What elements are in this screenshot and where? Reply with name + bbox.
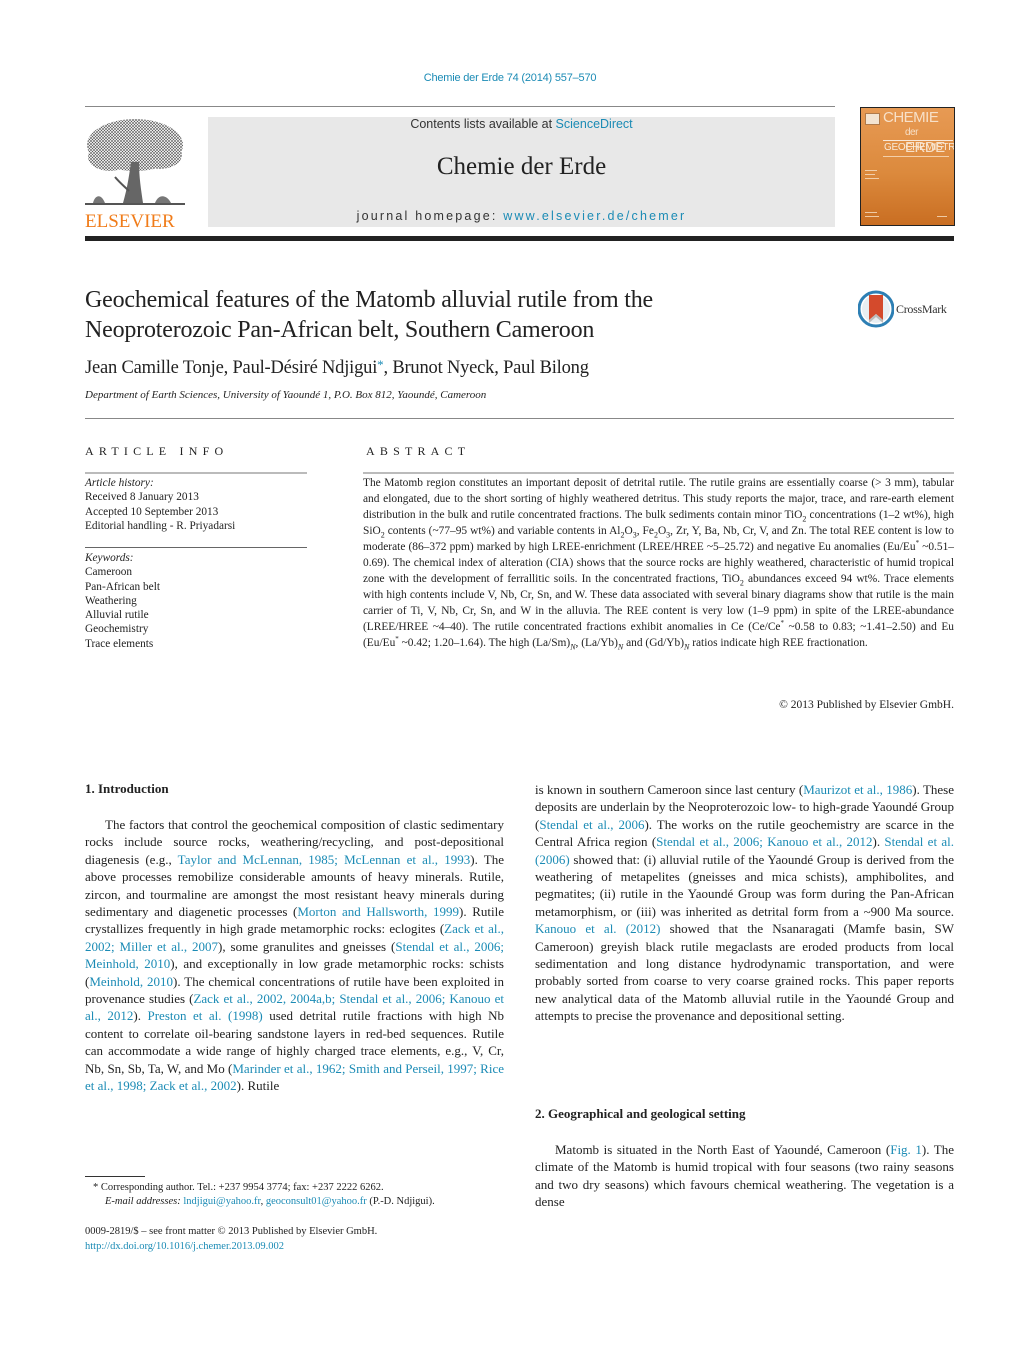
body-text: showed that: (i) alluvial rutile of the … <box>535 851 954 919</box>
keywords-list: Keywords: Cameroon Pan-African belt Weat… <box>85 551 307 651</box>
paragraph: The factors that control the geochemical… <box>85 816 504 1095</box>
article-info-rule <box>85 472 307 474</box>
citation-link[interactable]: Taylor and McLennan, 1985; McLennan et a… <box>178 852 471 867</box>
front-matter: 0009-2819/$ – see front matter © 2013 Pu… <box>85 1225 515 1254</box>
history-item: Editorial handling - R. Priyadarsi <box>85 519 236 532</box>
cover-rule <box>883 140 953 141</box>
section-heading-geographical-setting: 2. Geographical and geological setting <box>535 1106 746 1121</box>
body-text: ). <box>133 1008 148 1024</box>
keywords-rule <box>85 547 307 548</box>
cover-fine-text <box>937 216 947 217</box>
section-divider <box>85 418 954 419</box>
paragraph: Matomb is situated in the North East of … <box>535 1141 954 1211</box>
email-line: E-mail addresses: lndjigui@yahoo.fr, geo… <box>85 1195 515 1209</box>
authors-rest: , Brunot Nyeck, Paul Bilong <box>383 358 589 378</box>
contents-prefix: Contents lists available at <box>410 117 556 131</box>
footnote: * Corresponding author. Tel.: +237 9954 … <box>85 1181 515 1209</box>
history-item: Accepted 10 September 2013 <box>85 505 219 518</box>
contents-available-line: Contents lists available at ScienceDirec… <box>208 117 835 131</box>
cover-fine-text <box>865 178 879 179</box>
body-text: is known in southern Cameroon since last… <box>535 782 804 797</box>
keywords-label: Keywords: <box>85 552 134 564</box>
paragraph: is known in southern Cameroon since last… <box>535 781 954 1025</box>
elsevier-logo[interactable]: ELSEVIER <box>85 117 185 232</box>
keyword: Trace elements <box>85 637 154 650</box>
cover-fine-text <box>865 216 879 217</box>
keyword: Pan-African belt <box>85 580 160 593</box>
elsevier-wordmark: ELSEVIER <box>85 211 175 232</box>
cover-fine-text <box>865 174 875 175</box>
article-info-heading: ARTICLE INFO <box>85 444 229 458</box>
cover-subtitle: GEOCHEMISTRY <box>884 142 955 153</box>
journal-homepage-line: journal homepage: www.elsevier.de/chemer <box>208 209 835 223</box>
crossmark-icon <box>857 290 895 328</box>
citation-link[interactable]: Fig. 1 <box>890 1142 922 1157</box>
keyword: Weathering <box>85 594 137 607</box>
cover-mini-logo-icon <box>865 113 880 125</box>
history-item: Received 8 January 2013 <box>85 491 199 504</box>
article-title-line: Geochemical features of the Matomb alluv… <box>85 287 653 313</box>
author-list: Jean Camille Tonje, Paul-Désiré Ndjigui*… <box>85 357 589 379</box>
cover-fine-text <box>883 156 949 157</box>
email-owner: (P.-D. Ndjigui). <box>366 1196 435 1207</box>
abstract-heading: ABSTRACT <box>366 444 471 458</box>
homepage-prefix: journal homepage: <box>356 209 504 223</box>
journal-homepage-link[interactable]: www.elsevier.de/chemer <box>503 209 686 223</box>
body-text: Matomb is situated in the North East of … <box>555 1142 891 1157</box>
abstract-copyright: © 2013 Published by Elsevier GmbH. <box>779 699 954 711</box>
keyword: Geochemistry <box>85 623 149 636</box>
footnote-rule <box>85 1176 145 1177</box>
citation-link[interactable]: Maurizot et al., 1986 <box>803 782 912 797</box>
body-column-right-continued: Matomb is situated in the North East of … <box>535 1141 954 1211</box>
crossmark-button[interactable]: CrossMark <box>857 290 958 332</box>
article-history: Article history: Received 8 January 2013… <box>85 476 307 533</box>
crossmark-label: CrossMark <box>896 302 947 316</box>
cover-fine-text <box>865 212 877 213</box>
email-link[interactable]: lndjigui@yahoo.fr <box>183 1196 260 1207</box>
elsevier-tree-icon <box>85 119 185 205</box>
citation-link[interactable]: Morton and Hallsworth, 1999 <box>297 904 459 919</box>
header-thick-rule <box>85 236 954 241</box>
affiliation: Department of Earth Sciences, University… <box>85 389 487 401</box>
journal-citation-link[interactable]: Chemie der Erde 74 (2014) 557–570 <box>0 72 1020 84</box>
article-title: Geochemical features of the Matomb alluv… <box>85 285 805 345</box>
section-heading-introduction: 1. Introduction <box>85 781 169 796</box>
history-label: Article history: <box>85 477 154 489</box>
header-divider <box>85 106 835 107</box>
cover-fine-text <box>865 170 877 171</box>
authors-first: Jean Camille Tonje, Paul-Désiré Ndjigui <box>85 358 378 378</box>
body-text: showed that the Nsanaragati (Mamfe basin… <box>535 921 955 1024</box>
body-text: ). <box>872 834 885 850</box>
body-text: ). Rutile <box>236 1078 280 1094</box>
doi-link[interactable]: http://dx.doi.org/10.1016/j.chemer.2013.… <box>85 1240 515 1255</box>
article-title-line: Neoproterozoic Pan-African belt, Souther… <box>85 317 595 343</box>
body-column-left: The factors that control the geochemical… <box>85 816 504 1095</box>
issn-line: 0009-2819/$ – see front matter © 2013 Pu… <box>85 1226 378 1237</box>
citation-link[interactable]: Meinhold, 2010 <box>89 974 173 989</box>
corresponding-author-note: * Corresponding author. Tel.: +237 9954 … <box>93 1182 384 1193</box>
journal-banner: Contents lists available at ScienceDirec… <box>208 117 835 227</box>
email-label: E-mail addresses: <box>105 1196 184 1207</box>
citation-link[interactable]: Preston et al. (1998) <box>148 1008 263 1023</box>
citation-link[interactable]: Kanouo et al. (2012) <box>535 921 660 936</box>
journal-cover-thumbnail[interactable]: CHEMIE der ERDE GEOCHEMISTRY <box>860 107 955 226</box>
email-link[interactable]: geoconsult01@yahoo.fr <box>266 1196 367 1207</box>
abstract-text: The Matomb region constitutes an importa… <box>363 477 954 652</box>
body-column-right: is known in southern Cameroon since last… <box>535 781 954 1025</box>
journal-title: Chemie der Erde <box>436 153 607 180</box>
abstract-rule <box>363 472 954 474</box>
citation-link[interactable]: Stendal et al., 2006 <box>539 817 644 832</box>
body-text: ), some granulites and gneisses ( <box>218 938 396 954</box>
keyword: Cameroon <box>85 566 133 579</box>
sciencedirect-link[interactable]: ScienceDirect <box>556 117 633 131</box>
citation-link[interactable]: Stendal et al., 2006; Kanouo et al., 201… <box>656 834 872 849</box>
keyword: Alluvial rutile <box>85 609 149 622</box>
